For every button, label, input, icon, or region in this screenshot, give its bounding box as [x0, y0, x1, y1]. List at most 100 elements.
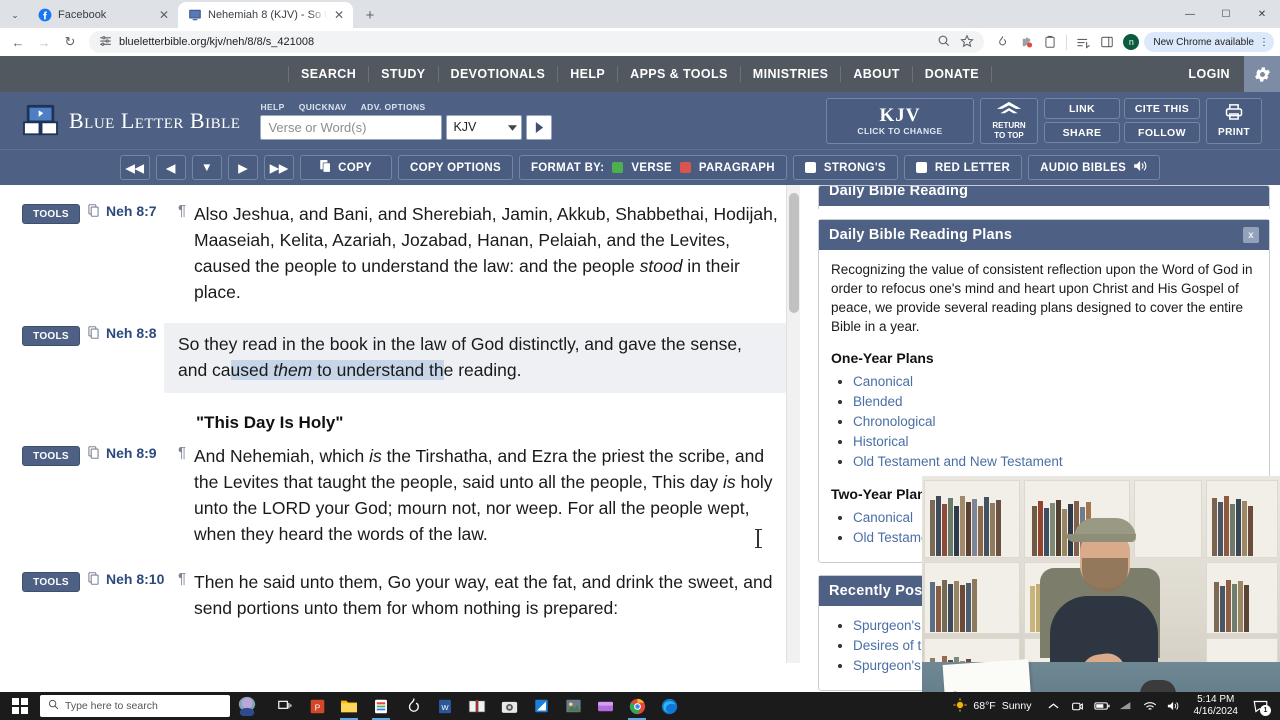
follow-button[interactable]: FOLLOW: [1124, 122, 1200, 143]
webcam-overlay[interactable]: [922, 476, 1280, 720]
file-explorer-icon[interactable]: [334, 692, 364, 720]
snip-tool-icon[interactable]: [526, 692, 556, 720]
prev-chapter-button[interactable]: ◀: [156, 155, 186, 180]
paragraph-checkbox[interactable]: [679, 162, 691, 173]
link-button[interactable]: LINK: [1044, 98, 1120, 119]
next-chapter-button[interactable]: ▶: [228, 155, 258, 180]
version-select[interactable]: KJV: [446, 114, 523, 140]
wifi-icon[interactable]: [1138, 692, 1162, 720]
red-letter-toggle[interactable]: RED LETTER: [903, 155, 1023, 180]
reload-icon[interactable]: ↻: [58, 30, 82, 54]
flame-app-icon[interactable]: [398, 692, 428, 720]
copy-options-button[interactable]: COPY OPTIONS: [398, 155, 513, 180]
word-icon[interactable]: W: [430, 692, 460, 720]
nav-item-devotionals[interactable]: DEVOTIONALS: [439, 66, 559, 82]
new-tab-button[interactable]: +: [357, 2, 383, 28]
tools-button[interactable]: TOOLS: [22, 446, 80, 466]
close-icon[interactable]: ✕: [158, 9, 170, 21]
format-by-group[interactable]: FORMAT BY: VERSE PARAGRAPH: [518, 155, 787, 180]
flame-icon[interactable]: [991, 31, 1013, 53]
search-quicknav-link[interactable]: QUICKNAV: [299, 102, 347, 112]
taskbar-clock[interactable]: 5:14 PM 4/16/2024: [1186, 694, 1247, 718]
search-icon[interactable]: [937, 34, 950, 50]
microsoft-store-icon[interactable]: [366, 692, 396, 720]
search-input[interactable]: [260, 114, 443, 140]
nav-item-about[interactable]: ABOUT: [841, 66, 913, 82]
network-disconnected-icon[interactable]: [1114, 692, 1138, 720]
windows-start-icon[interactable]: [0, 698, 40, 714]
nav-item-ministries[interactable]: MINISTRIES: [741, 66, 842, 82]
show-hidden-icons-chevron[interactable]: [1042, 692, 1066, 720]
minimize-button[interactable]: —: [1172, 0, 1208, 28]
strongs-checkbox[interactable]: [804, 162, 816, 173]
tools-button[interactable]: TOOLS: [22, 326, 80, 346]
nav-item-study[interactable]: STUDY: [369, 66, 439, 82]
forward-icon[interactable]: →: [32, 30, 56, 54]
copy-verse-icon[interactable]: [80, 204, 106, 220]
gear-icon[interactable]: [1244, 56, 1280, 92]
nav-item-apps-tools[interactable]: APPS & TOOLS: [618, 66, 741, 82]
chrome-menu-icon[interactable]: ⋮: [1259, 37, 1269, 48]
clipboard-icon[interactable]: [1039, 31, 1061, 53]
verse-reference[interactable]: Neh 8:7: [106, 203, 178, 219]
print-button[interactable]: PRINT: [1206, 97, 1262, 144]
chrome-update-pill[interactable]: New Chrome available ⋮: [1144, 32, 1274, 52]
scrollbar-thumb[interactable]: [789, 193, 799, 313]
return-to-top-button[interactable]: RETURN TO TOP: [980, 97, 1038, 144]
bible-app-icon[interactable]: [462, 692, 492, 720]
task-view-icon[interactable]: [270, 692, 300, 720]
list-item[interactable]: Old Testament and New Testament: [853, 452, 1257, 472]
cortana-icon[interactable]: [230, 696, 264, 716]
side-panel-icon[interactable]: [1096, 31, 1118, 53]
jump-down-button[interactable]: ▼: [192, 155, 222, 180]
copy-verse-icon[interactable]: [80, 326, 106, 342]
maximize-button[interactable]: ☐: [1208, 0, 1244, 28]
extension-puzzle-icon[interactable]: [1015, 31, 1037, 53]
tools-button[interactable]: TOOLS: [22, 572, 80, 592]
screencastify-tray-icon[interactable]: [1066, 692, 1090, 720]
page-scrollbar[interactable]: [786, 185, 800, 663]
version-change-button[interactable]: KJV CLICK TO CHANGE: [826, 97, 974, 144]
star-icon[interactable]: [960, 33, 975, 51]
audio-bibles-button[interactable]: AUDIO BIBLES: [1028, 155, 1161, 180]
reading-list-icon[interactable]: [1072, 31, 1094, 53]
strongs-toggle[interactable]: STRONG'S: [792, 155, 898, 180]
tab-search-dropdown-icon[interactable]: ⌄: [2, 2, 28, 28]
nav-item-search[interactable]: SEARCH: [287, 66, 370, 82]
photos-icon[interactable]: [558, 692, 588, 720]
camera-icon[interactable]: [494, 692, 524, 720]
close-icon[interactable]: ✕: [333, 9, 345, 21]
search-adv-options-link[interactable]: ADV. OPTIONS: [361, 102, 426, 112]
red-letter-checkbox[interactable]: [915, 162, 927, 173]
verse-checkbox[interactable]: [612, 162, 624, 173]
notifications-icon[interactable]: 1: [1246, 692, 1274, 720]
copy-verse-icon[interactable]: [80, 446, 106, 462]
chrome-icon[interactable]: [622, 692, 652, 720]
battery-icon[interactable]: [1090, 692, 1114, 720]
site-logo[interactable]: Blue Letter Bible: [22, 102, 240, 139]
powerpoint-icon[interactable]: P: [302, 692, 332, 720]
verse-reference[interactable]: Neh 8:10: [106, 571, 178, 587]
close-icon[interactable]: x: [1243, 227, 1259, 243]
browser-tab-facebook[interactable]: Facebook ✕: [28, 2, 178, 28]
weather-widget[interactable]: 68°F Sunny: [943, 697, 1041, 715]
browser-tab-bible[interactable]: Nehemiah 8 (KJV) - So they rea ✕: [178, 2, 353, 28]
taskbar-search-input[interactable]: Type here to search: [40, 695, 230, 717]
login-button[interactable]: LOGIN: [1174, 67, 1244, 81]
cite-this-button[interactable]: CITE THIS: [1124, 98, 1200, 119]
edge-icon[interactable]: [654, 692, 684, 720]
nav-item-donate[interactable]: DONATE: [913, 66, 993, 82]
volume-icon[interactable]: [1162, 692, 1186, 720]
back-icon[interactable]: ←: [6, 30, 30, 54]
list-item[interactable]: Canonical: [853, 372, 1257, 392]
verse-reference[interactable]: Neh 8:9: [106, 445, 178, 461]
last-chapter-button[interactable]: ▶▶: [264, 155, 294, 180]
address-bar[interactable]: blueletterbible.org/kjv/neh/8/8/s_421008: [89, 31, 985, 53]
copy-verse-icon[interactable]: [80, 572, 106, 588]
video-editor-icon[interactable]: [590, 692, 620, 720]
avatar[interactable]: n: [1120, 31, 1142, 53]
list-item[interactable]: Historical: [853, 432, 1257, 452]
nav-item-help[interactable]: HELP: [558, 66, 619, 82]
close-window-button[interactable]: ✕: [1244, 0, 1280, 28]
tools-button[interactable]: TOOLS: [22, 204, 80, 224]
